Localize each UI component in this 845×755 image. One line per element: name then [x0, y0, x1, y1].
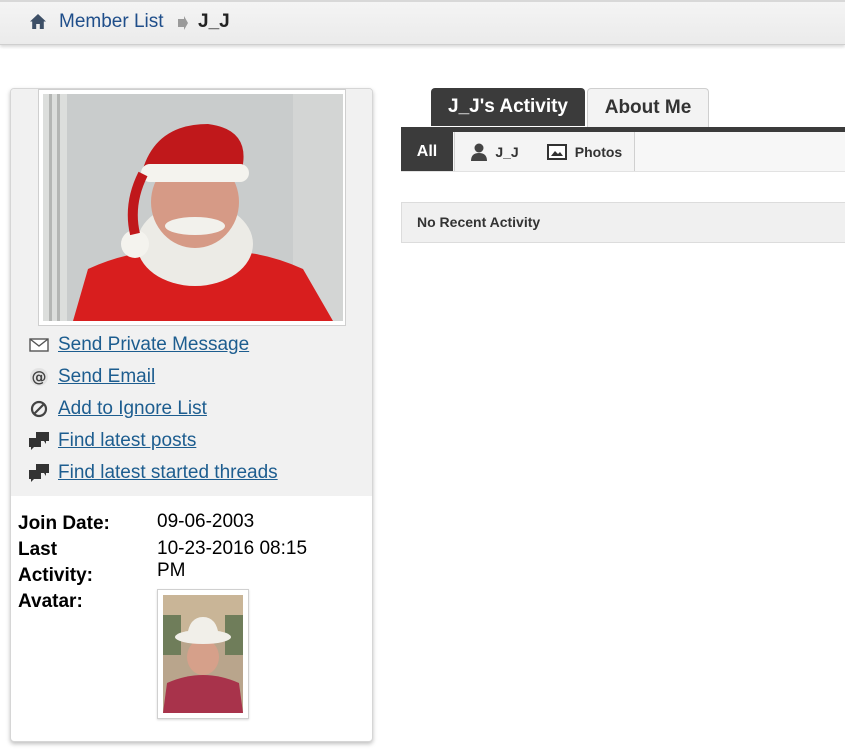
- home-icon[interactable]: [29, 13, 47, 30]
- join-date-value: 09-06-2003: [157, 511, 255, 532]
- action-label[interactable]: Find latest posts: [58, 430, 196, 452]
- tab-about-me[interactable]: About Me: [587, 88, 709, 127]
- send-email-link[interactable]: @ Send Email: [28, 361, 368, 393]
- last-activity-value-line1: 10-23-2016 08:15: [157, 538, 308, 559]
- svg-text:@: @: [32, 368, 47, 386]
- tab-activity[interactable]: J_J's Activity: [431, 88, 585, 126]
- envelope-icon: [28, 334, 50, 356]
- join-date-label: Join Date:: [18, 513, 110, 534]
- subtab-photos-label: Photos: [574, 143, 623, 160]
- profile-photo: [43, 94, 343, 321]
- action-label[interactable]: Find latest started threads: [58, 462, 278, 484]
- last-activity-label-line2: Activity:: [18, 565, 93, 586]
- last-activity-label-line1: Last: [18, 539, 58, 560]
- find-latest-posts-link[interactable]: Find latest posts: [28, 425, 368, 457]
- action-label[interactable]: Add to Ignore List: [58, 398, 207, 420]
- action-label[interactable]: Send Email: [58, 366, 155, 388]
- at-sign-icon: @: [28, 366, 50, 388]
- activity-filter-tabs: All J_J Photos: [401, 132, 845, 172]
- add-to-ignore-list-link[interactable]: Add to Ignore List: [28, 393, 368, 425]
- subtab-all-label: All: [416, 142, 438, 160]
- breadcrumb-current: J_J: [198, 11, 230, 32]
- user-icon: [471, 143, 488, 161]
- block-icon: [28, 398, 50, 420]
- avatar-label: Avatar:: [18, 591, 83, 612]
- member-list-link[interactable]: Member List: [59, 11, 164, 33]
- no-activity-message: No Recent Activity: [417, 214, 541, 230]
- profile-photo-frame: [38, 89, 346, 326]
- photo-icon: [546, 143, 567, 160]
- avatar: [157, 589, 249, 719]
- last-activity-value-line2: PM: [157, 560, 186, 581]
- chat-bubbles-icon: [28, 430, 50, 452]
- activity-list: No Recent Activity: [401, 202, 845, 243]
- profile-tabs: J_J's Activity About Me: [401, 88, 845, 132]
- find-latest-started-threads-link[interactable]: Find latest started threads: [28, 457, 368, 489]
- avatar-image: [163, 595, 243, 713]
- subtab-all[interactable]: All: [401, 132, 453, 171]
- chat-bubbles-icon: [28, 462, 50, 484]
- arrow-right-icon: [178, 16, 188, 30]
- subtab-photos[interactable]: Photos: [535, 132, 635, 171]
- breadcrumb: Member List J_J: [0, 0, 845, 45]
- subtab-user-label: J_J: [495, 143, 519, 160]
- profile-sidebar: Send Private Message @ Send Email Add to…: [10, 88, 373, 742]
- send-private-message-link[interactable]: Send Private Message: [28, 329, 368, 361]
- subtab-user[interactable]: J_J: [454, 132, 536, 171]
- action-label[interactable]: Send Private Message: [58, 334, 249, 356]
- profile-actions: Send Private Message @ Send Email Add to…: [28, 329, 368, 489]
